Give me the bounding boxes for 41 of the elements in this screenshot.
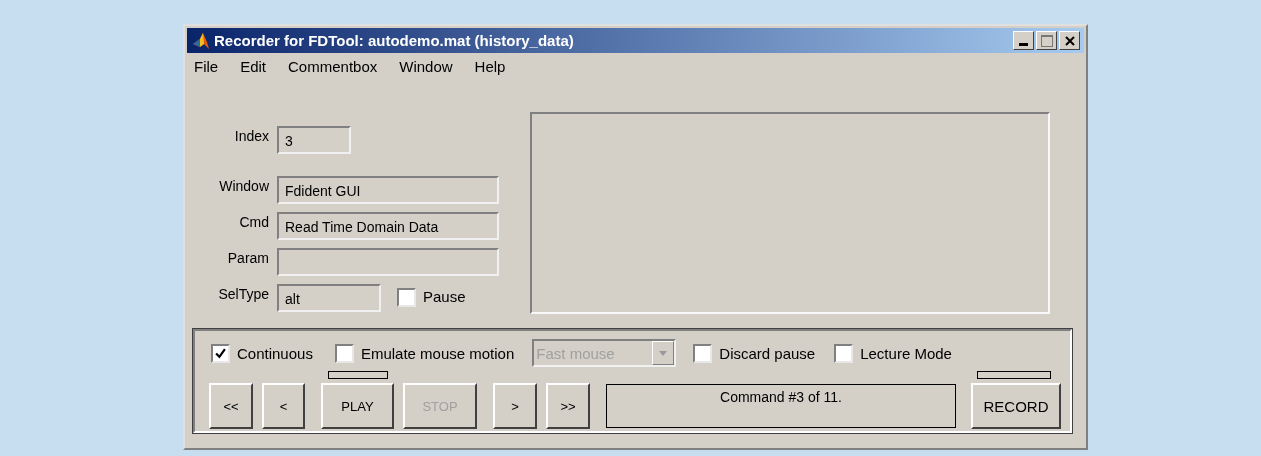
text-field[interactable]: 3 <box>277 126 351 154</box>
checkbox[interactable] <box>834 343 854 363</box>
playback-button[interactable]: << <box>209 383 253 429</box>
indicator-bar <box>328 371 388 379</box>
close-icon <box>1064 35 1075 46</box>
field-label: Window <box>218 178 269 194</box>
field-label: Index <box>233 128 269 144</box>
menu-item[interactable]: Window <box>399 57 453 75</box>
maximize-button[interactable] <box>1036 31 1057 50</box>
checkbox-label: Discard pause <box>719 344 816 362</box>
text-field[interactable] <box>277 248 499 276</box>
dropdown-arrow-icon <box>659 350 668 356</box>
checkbox-label: Continuous <box>237 344 313 362</box>
text-field[interactable]: Fdident GUI <box>277 176 499 204</box>
field-label: Cmd <box>238 214 269 230</box>
record-button[interactable]: RECORD <box>971 383 1061 429</box>
menu-item[interactable]: Edit <box>240 57 267 75</box>
status-display: Command #3 of 11. <box>606 384 956 428</box>
text-field[interactable]: Read Time Domain Data <box>277 212 499 240</box>
playback-button[interactable]: PLAY <box>321 383 394 429</box>
minimize-button[interactable] <box>1013 31 1034 50</box>
menu-item[interactable]: Help <box>474 57 506 75</box>
checkbox[interactable] <box>693 343 713 363</box>
playback-button[interactable]: >> <box>546 383 590 429</box>
close-button[interactable] <box>1059 31 1080 50</box>
checkbox[interactable] <box>397 288 416 307</box>
checkbox[interactable] <box>211 343 230 363</box>
window-title: Recorder for FDTool: autodemo.mat (history_data) <box>214 32 574 49</box>
checkbox-label: Pause <box>423 288 466 305</box>
app-logo-icon <box>192 31 210 50</box>
field-label: SelType <box>217 286 269 302</box>
menu-item[interactable]: Commentbox <box>288 57 378 75</box>
text-field[interactable]: alt <box>277 284 381 312</box>
checkbox-label: Lecture Mode <box>860 344 952 362</box>
checkbox[interactable] <box>334 343 354 363</box>
checkmark-icon <box>215 347 226 359</box>
menu-item[interactable]: File <box>194 57 219 75</box>
field-label: Param <box>226 250 269 266</box>
playback-button[interactable]: > <box>493 383 537 429</box>
playback-button[interactable]: < <box>262 383 305 429</box>
checkbox-label: Emulate mouse motion <box>360 344 515 362</box>
